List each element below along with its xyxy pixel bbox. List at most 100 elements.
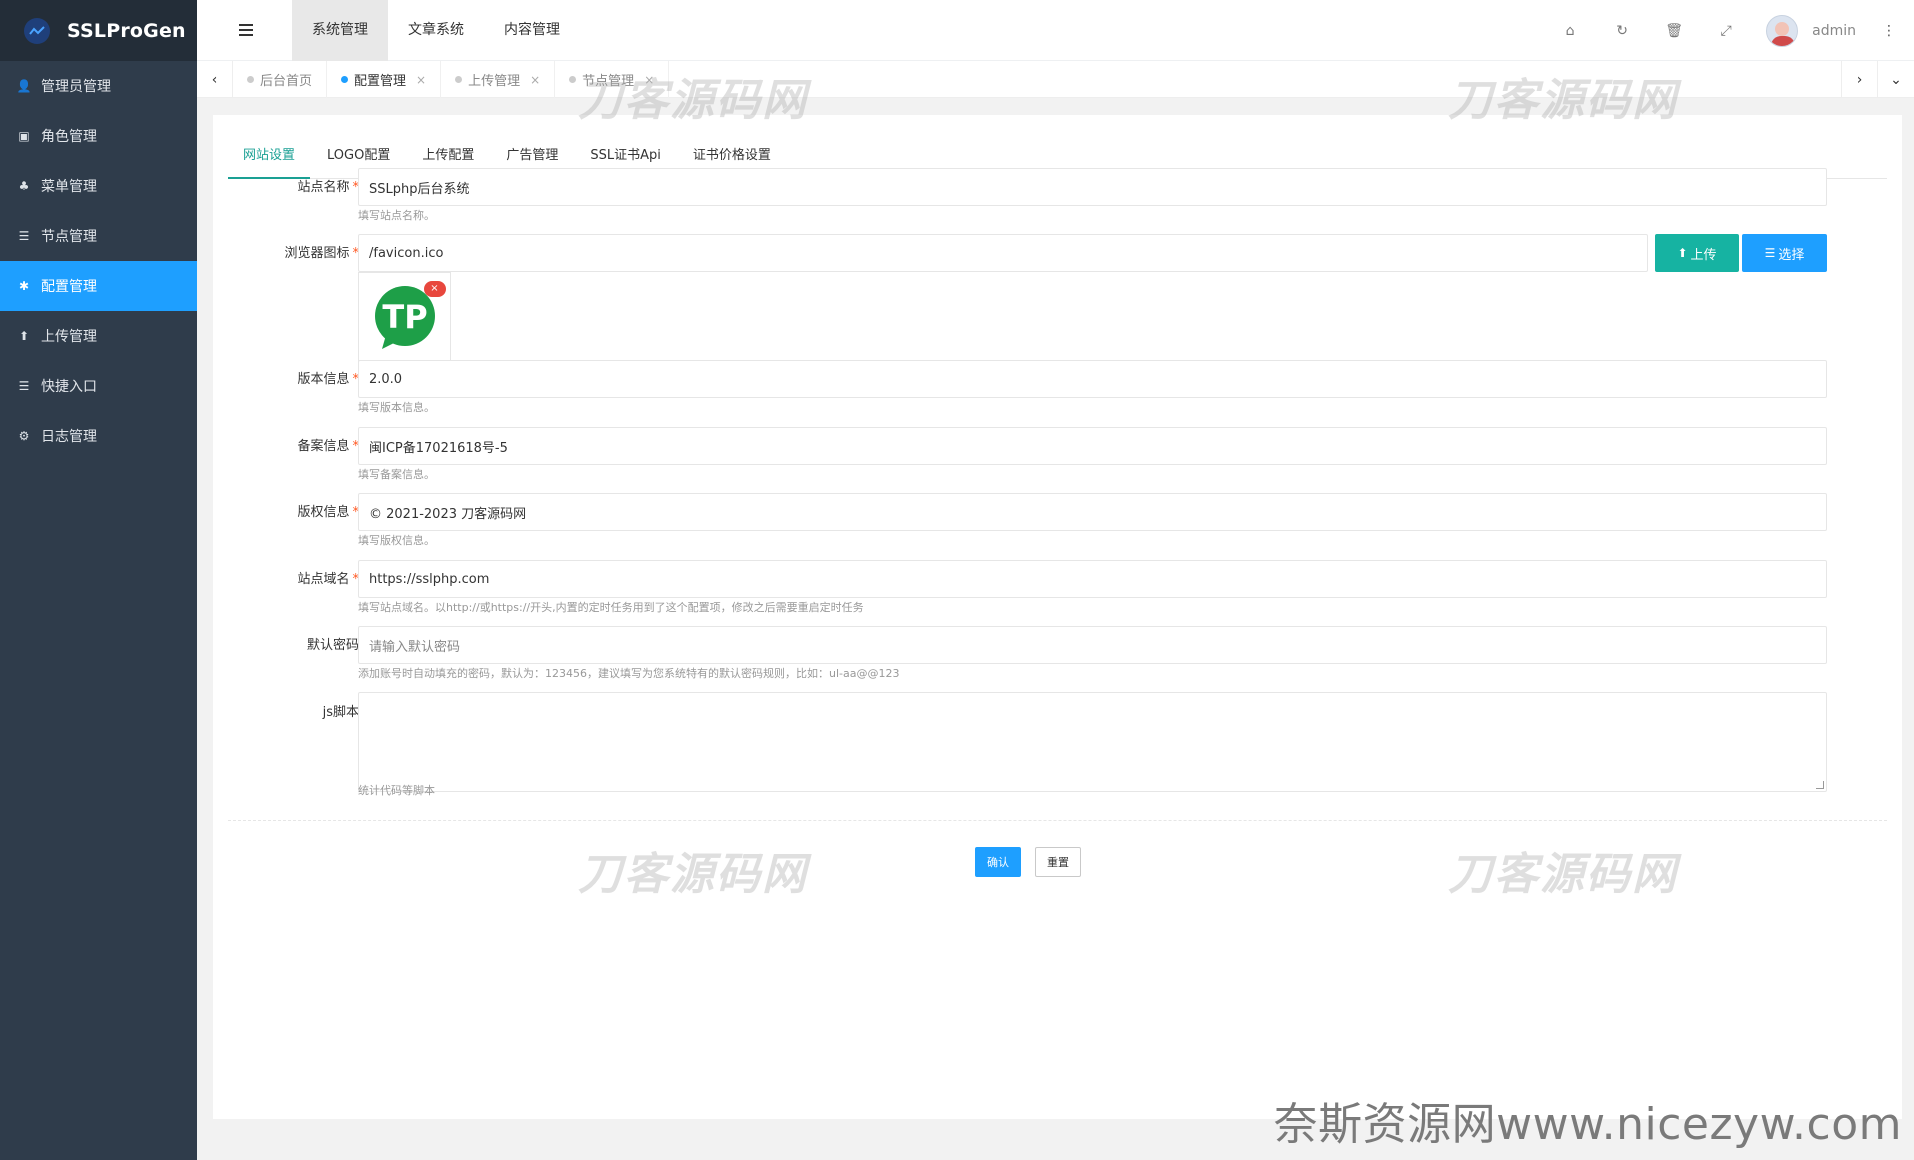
icp-help: 填写备案信息。 xyxy=(358,468,435,481)
arrow-up-icon: ⬆ xyxy=(18,329,30,343)
sidebar-item-label: 日志管理 xyxy=(41,429,97,445)
form-divider xyxy=(228,820,1887,821)
list-icon: ☰ xyxy=(1764,246,1776,260)
tp-logo-icon: TP × xyxy=(370,281,446,353)
logo-icon xyxy=(24,17,50,44)
user-menu[interactable]: admin xyxy=(1766,14,1856,47)
logo[interactable]: SSLProGen xyxy=(0,0,197,61)
input-value: SSLphp后台系统 xyxy=(369,181,470,197)
label-text: 默认密码 xyxy=(306,638,359,653)
sidebar-item-shortcut[interactable]: ☰ 快捷入口 xyxy=(0,361,197,411)
home-icon[interactable]: ⌂ xyxy=(1544,23,1596,39)
label-text: 版本信息 xyxy=(297,372,350,387)
domain-help: 填写站点域名。以http://或https://开头,内置的定时任务用到了这个配… xyxy=(358,601,864,614)
upload-button[interactable]: ⬆ 上传 xyxy=(1655,234,1739,272)
tab-status-dot xyxy=(569,76,577,83)
page-tab-label: 节点管理 xyxy=(582,74,635,89)
list-icon: ☰ xyxy=(18,379,30,393)
tab-prev-icon[interactable]: ‹ xyxy=(197,61,233,98)
icp-label: 备案信息 * xyxy=(228,435,359,454)
close-icon[interactable]: × xyxy=(530,73,540,87)
js-script-textarea[interactable] xyxy=(358,692,1827,792)
log-icon: ⚙ xyxy=(18,429,30,443)
label-text: js脚本 xyxy=(322,705,359,720)
more-icon[interactable]: ⋮ xyxy=(1882,23,1896,39)
chevron-down-icon[interactable]: ⌄ xyxy=(1877,61,1914,98)
username: admin xyxy=(1812,22,1856,39)
sidebar-item-menu[interactable]: ♣ 菜单管理 xyxy=(0,161,197,211)
page-tab-label: 后台首页 xyxy=(260,74,313,89)
site-name-help: 填写站点名称。 xyxy=(358,209,435,222)
user-icon: 👤 xyxy=(16,79,32,93)
page-tabbar: ‹ 后台首页 配置管理 × 上传管理 × 节点管理 × › ⌄ xyxy=(197,61,1914,98)
sidebar-item-upload[interactable]: ⬆ 上传管理 xyxy=(0,311,197,361)
sidebar-item-log[interactable]: ⚙ 日志管理 xyxy=(0,411,197,461)
sidebar-item-label: 菜单管理 xyxy=(41,179,97,195)
top-tab-article[interactable]: 文章系统 xyxy=(388,0,484,61)
resize-handle[interactable] xyxy=(1816,781,1824,789)
sidebar-item-admin[interactable]: 👤 管理员管理 xyxy=(0,61,197,111)
input-value: 2.0.0 xyxy=(369,371,403,387)
tab-status-dot xyxy=(455,76,463,83)
tab-website-settings[interactable]: 网站设置 xyxy=(228,141,311,179)
confirm-button[interactable]: 确认 xyxy=(975,847,1021,877)
remove-image-icon[interactable]: × xyxy=(423,281,446,297)
version-help: 填写版本信息。 xyxy=(358,401,435,414)
input-value: /favicon.ico xyxy=(369,245,444,261)
sidebar-menu: 👤 管理员管理 ▣ 角色管理 ♣ 菜单管理 ☰ 节点管理 ✱ 配置管理 ⬆ 上传管理 ☰ 快捷… xyxy=(0,61,197,461)
tab-status-dot xyxy=(341,76,349,83)
copyright-label: 版权信息 * xyxy=(228,501,359,520)
label-text: 浏览器图标 xyxy=(284,246,350,261)
page-tab-home[interactable]: 后台首页 xyxy=(233,61,328,98)
favicon-input[interactable]: /favicon.ico xyxy=(358,234,1648,272)
js-script-label: js脚本 xyxy=(228,701,359,720)
site-name-input[interactable]: SSLphp后台系统 xyxy=(358,168,1827,206)
fullscreen-icon[interactable]: ⤢ xyxy=(1700,23,1752,39)
page-tab-config[interactable]: 配置管理 × xyxy=(327,61,442,98)
close-icon[interactable]: × xyxy=(644,73,654,87)
version-input[interactable]: 2.0.0 xyxy=(358,360,1827,398)
label-text: 备案信息 xyxy=(297,439,350,454)
close-icon[interactable]: × xyxy=(416,73,426,87)
page-tab-label: 上传管理 xyxy=(468,74,521,89)
list-icon: ☰ xyxy=(18,229,30,243)
favicon-label: 浏览器图标 * xyxy=(228,242,359,261)
page-tab-node[interactable]: 节点管理 × xyxy=(555,61,670,98)
header-tools: ⌂ ↻ 🗑 ⤢ admin ⋮ xyxy=(1544,0,1914,61)
default-password-help: 添加账号时自动填充的密码，默认为：123456，建议填写为您系统特有的默认密码规… xyxy=(358,667,900,680)
sidebar-item-node[interactable]: ☰ 节点管理 xyxy=(0,211,197,261)
sidebar-item-label: 配置管理 xyxy=(41,279,97,295)
avatar xyxy=(1766,14,1799,47)
domain-input[interactable]: https://sslphp.com xyxy=(358,560,1827,598)
label-text: 站点域名 xyxy=(297,572,350,587)
reset-button[interactable]: 重置 xyxy=(1035,847,1081,877)
tp-logo-text: TP xyxy=(382,298,427,336)
tab-next-icon[interactable]: › xyxy=(1841,61,1877,98)
input-value: 闽ICP备17021618号-5 xyxy=(369,440,508,456)
trash-icon[interactable]: 🗑 xyxy=(1648,23,1700,39)
sidebar-item-config[interactable]: ✱ 配置管理 xyxy=(0,261,197,311)
top-tab-system[interactable]: 系统管理 xyxy=(292,0,388,61)
default-password-label: 默认密码 xyxy=(228,634,359,653)
copyright-input[interactable]: © 2021-2023 刀客源码网 xyxy=(358,493,1827,531)
site-name-label: 站点名称 * xyxy=(228,176,359,195)
sidebar-item-label: 上传管理 xyxy=(41,329,97,345)
top-header: 系统管理 文章系统 内容管理 ⌂ ↻ 🗑 ⤢ admin ⋮ xyxy=(197,0,1914,61)
default-password-input[interactable]: 请输入默认密码 xyxy=(358,626,1827,664)
footer-watermark: 奈斯资源网www.nicezyw.com xyxy=(1273,1099,1902,1150)
version-label: 版本信息 * xyxy=(228,368,359,387)
top-tab-content[interactable]: 内容管理 xyxy=(484,0,580,61)
role-icon: ▣ xyxy=(18,129,30,143)
domain-label: 站点域名 * xyxy=(228,568,359,587)
choose-button[interactable]: ☰ 选择 xyxy=(1742,234,1827,272)
copyright-help: 填写版权信息。 xyxy=(358,534,435,547)
label-text: 版权信息 xyxy=(297,505,350,520)
top-nav: 系统管理 文章系统 内容管理 xyxy=(292,0,580,61)
page-tabs: 后台首页 配置管理 × 上传管理 × 节点管理 × xyxy=(233,61,670,98)
refresh-icon[interactable]: ↻ xyxy=(1596,23,1648,39)
upload-icon: ⬆ xyxy=(1677,246,1688,260)
sidebar-item-role[interactable]: ▣ 角色管理 xyxy=(0,111,197,161)
menu-toggle-icon[interactable] xyxy=(239,24,253,36)
page-tab-upload[interactable]: 上传管理 × xyxy=(441,61,556,98)
icp-input[interactable]: 闽ICP备17021618号-5 xyxy=(358,427,1827,465)
